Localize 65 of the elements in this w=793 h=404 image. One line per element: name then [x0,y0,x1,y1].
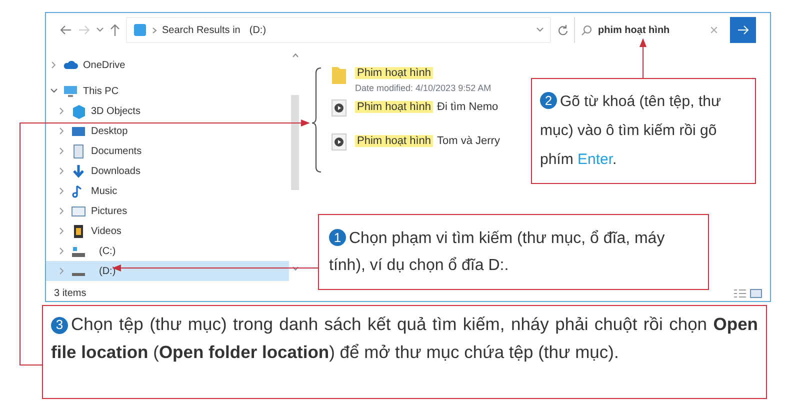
highlighted-match: Phim hoạt hình [355,135,433,147]
search-result-item[interactable]: Phim hoạt hình Date modified: 4/10/2023 9:52 AM [331,65,492,99]
search-result-item[interactable]: Phim hoạt hình Tom và Jerry [331,133,500,167]
scroll-up-icon[interactable] [292,53,298,58]
sidebar-item[interactable]: (C:) [46,241,289,261]
sidebar-item[interactable]: Desktop [46,121,289,141]
highlighted-match: Phim hoạt hình [355,67,433,79]
breadcrumb-location[interactable]: (D:) [249,22,266,38]
search-go-button[interactable] [730,17,756,43]
video-file-icon [331,99,347,117]
document-icon [71,144,86,158]
collapsed-chevron-icon[interactable] [50,61,58,69]
address-field[interactable]: Search Results in (D:) [126,17,551,43]
forward-arrow-icon[interactable] [78,25,90,35]
up-arrow-icon[interactable] [110,24,120,36]
search-field[interactable]: phim hoạt hình [574,17,724,43]
callout-text: 1 Chọn phạm vi tìm kiếm (thư mục, ổ đĩa, máy tính), ví dụ chọn ổ đĩa D:. [329,228,666,276]
collapsed-chevron-icon[interactable] [58,107,66,115]
callout-text: 3 Chọn tệp (thư mục) trong danh sách kết quả tìm kiếm, nháy phải chuột rồi chọn Open file location (Open folder location) để mở thư mục chứa tệp (thư mục). [51,313,758,364]
sidebar-item[interactable]: Pictures [46,201,289,221]
folder-icon [331,65,347,85]
sidebar-item[interactable]: Videos [46,221,289,241]
collapsed-chevron-icon[interactable] [58,247,66,255]
scrollbar-thumb[interactable] [291,94,299,190]
search-icon [581,24,592,36]
sidebar-item[interactable]: 3D Objects [46,101,289,121]
video-file-icon [331,133,347,151]
refresh-icon[interactable] [557,24,568,36]
dropdown-caret-icon[interactable] [536,27,544,33]
item-count: 3 items [54,286,86,300]
film-icon [71,224,86,238]
details-view-icon[interactable] [734,288,746,298]
scroll-down-icon[interactable] [292,266,298,271]
download-arrow-icon [71,164,86,178]
expanded-chevron-icon[interactable] [50,87,58,95]
dropdown-caret-icon[interactable] [96,27,104,33]
cube-icon [71,104,86,118]
tiles-view-icon[interactable] [750,288,762,298]
sidebar-item[interactable]: This PC [46,81,289,101]
sidebar-item[interactable]: Documents [46,141,289,161]
date-modified: Date modified: 4/10/2023 9:52 AM [355,82,492,94]
collapsed-chevron-icon[interactable] [58,147,66,155]
file-name: Đi tìm Nemo [437,101,498,113]
file-name: Tom và Jerry [437,135,500,147]
highlighted-match: Phim hoạt hình [355,101,433,113]
back-arrow-icon[interactable] [60,25,72,35]
sidebar-item[interactable]: Music [46,181,289,201]
computer-icon [63,84,78,98]
drive-icon [72,272,85,276]
collapsed-chevron-icon[interactable] [58,207,66,215]
breadcrumb-text[interactable]: Search Results in [162,22,240,38]
callout-text: 2 Gõ từ khoá (tên tệp, thư mục) vào ô tìm kiếm rồi gõ phím Enter. [540,91,722,170]
collapsed-chevron-icon[interactable] [58,167,66,175]
picture-icon [71,204,86,218]
collapsed-chevron-icon[interactable] [58,127,66,135]
search-result-item[interactable]: Phim hoạt hình Đi tìm Nemo [331,99,498,133]
clear-icon[interactable] [710,26,718,34]
collapsed-chevron-icon[interactable] [58,267,66,275]
sidebar-item[interactable]: OneDrive [46,55,289,75]
right-arrow-icon [737,25,749,35]
selected-sidebar-item[interactable]: (D:) [46,261,289,281]
collapsed-chevron-icon[interactable] [58,227,66,235]
chevron-icon [152,26,157,34]
collapsed-chevron-icon[interactable] [58,187,66,195]
sidebar-item[interactable]: Downloads [46,161,289,181]
